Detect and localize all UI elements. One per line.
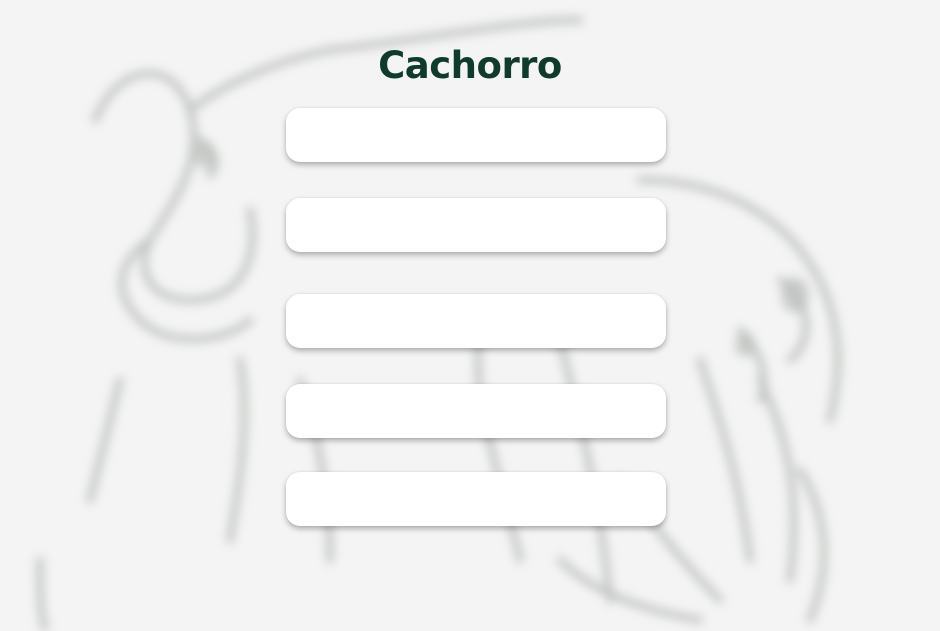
answer-option-5[interactable]	[286, 472, 666, 526]
answer-option-1[interactable]	[286, 108, 666, 162]
quiz-screen: Cachorro	[0, 0, 940, 631]
answer-option-4[interactable]	[286, 384, 666, 438]
page-title: Cachorro	[378, 44, 562, 87]
answer-option-3[interactable]	[286, 294, 666, 348]
answer-option-2[interactable]	[286, 198, 666, 252]
